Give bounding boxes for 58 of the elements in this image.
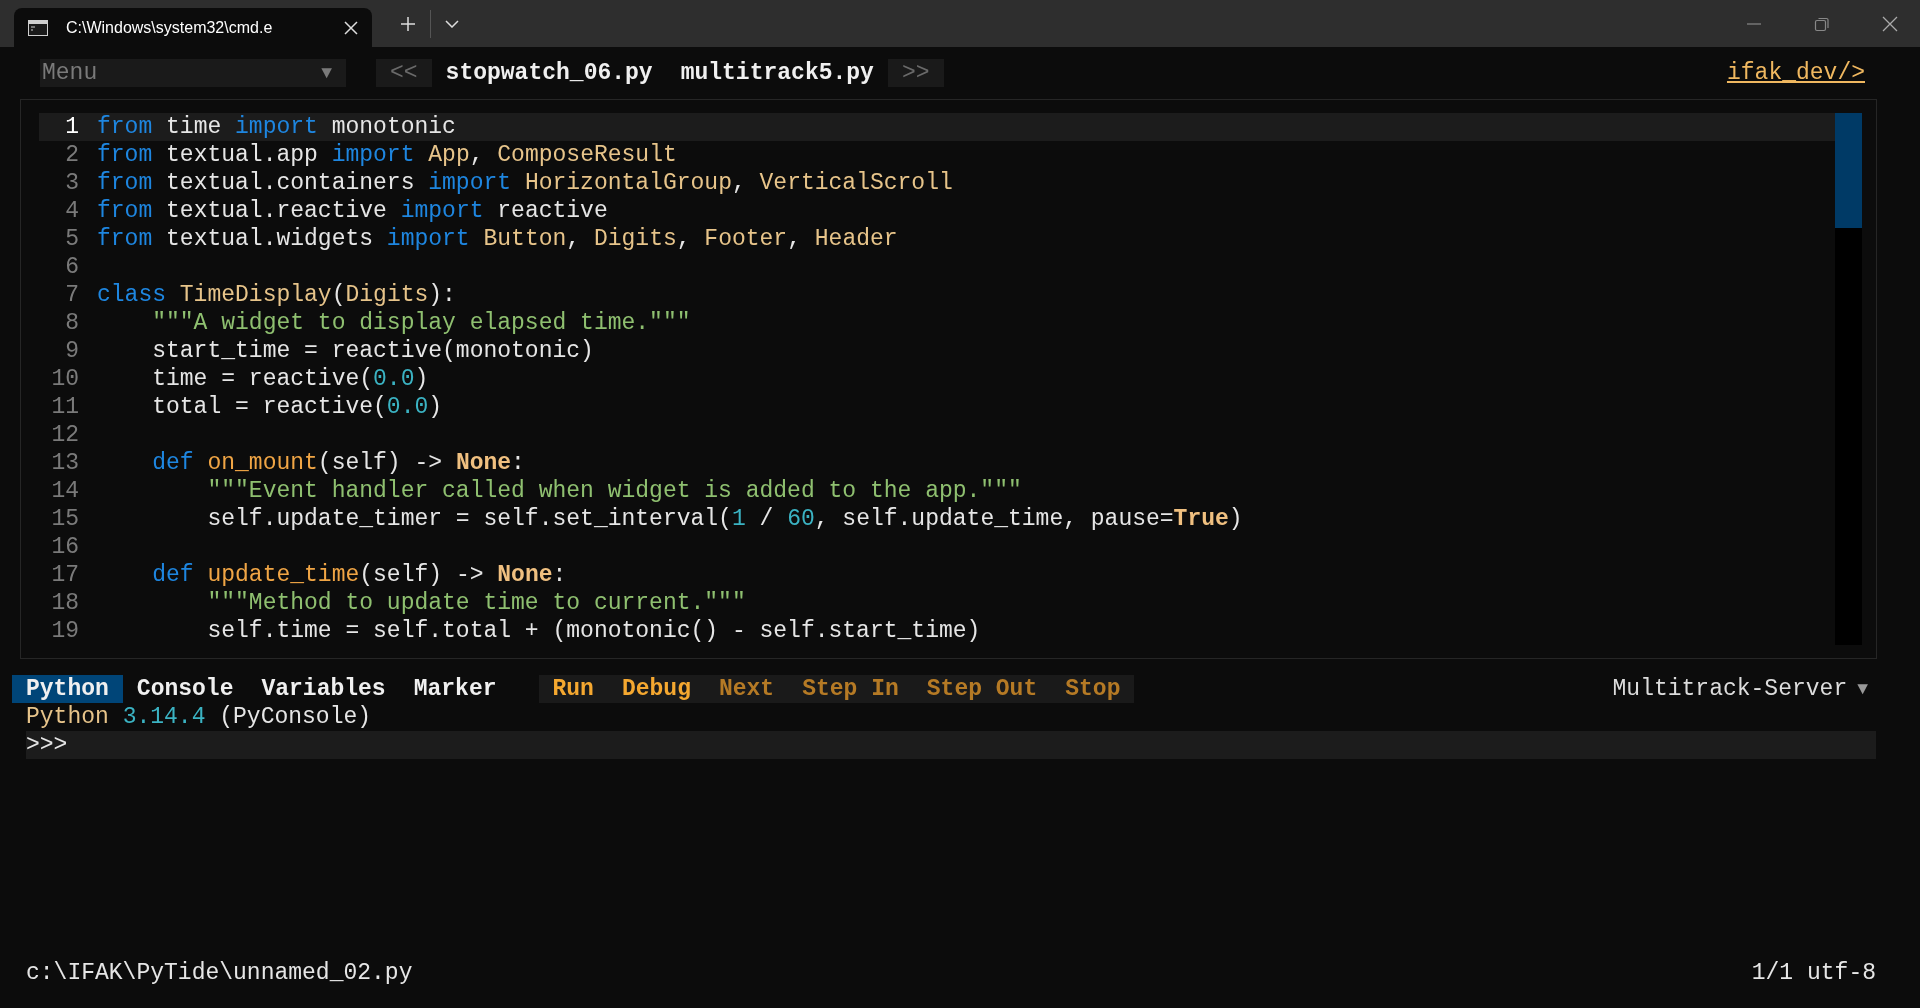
line-number: 2 [64, 142, 79, 168]
line-number: 10 [50, 366, 79, 392]
console-output: Python 3.14.4 (PyConsole) [26, 703, 373, 731]
line-number: 16 [50, 534, 79, 560]
header-link[interactable]: ifak_dev/> [1726, 60, 1865, 86]
line-number: 18 [50, 590, 79, 616]
code-line: start_time = reactive(monotonic) [151, 338, 594, 364]
line-number: 3 [64, 170, 79, 196]
menu-dropdown[interactable]: Menu ▼ [40, 59, 346, 87]
file-path: c:\IFAK\PyTide\unnamed_02.py [26, 960, 413, 986]
code-editor[interactable] [20, 99, 1877, 659]
line-number: 7 [64, 282, 79, 308]
cursor-encoding: 1/1 utf-8 [1751, 960, 1876, 986]
code-line: """Method to update time to current.""" [206, 590, 746, 616]
code-line: self.update_timer = self.set_interval(1 / 60, self.update_time, pause=True) [206, 506, 1243, 532]
server-dropdown[interactable]: Multitrack-Server ▼ [1612, 676, 1876, 702]
line-number: 9 [64, 338, 79, 364]
code-line: from textual.widgets import Button, Digits, Footer, Header [97, 226, 898, 252]
close-icon[interactable] [1882, 15, 1898, 32]
line-number: 1 [64, 114, 79, 140]
line-number: 15 [50, 506, 79, 532]
code-line: from textual.containers import HorizontalGroup, VerticalScroll [97, 170, 953, 196]
code-line: from textual.reactive import reactive [97, 198, 608, 224]
panel-tab[interactable]: Python [12, 675, 123, 703]
line-number: 17 [50, 562, 79, 588]
dropdown-icon[interactable] [445, 19, 459, 28]
code-line: total = reactive(0.0) [151, 394, 443, 420]
debug-action-button[interactable]: Debug [607, 675, 705, 703]
scrollbar-thumb[interactable] [1835, 113, 1862, 228]
line-number: 12 [50, 422, 79, 448]
new-tab-icon[interactable] [400, 15, 416, 32]
line-number: 19 [50, 618, 79, 644]
code-line: """Event handler called when widget is added to the app.""" [206, 478, 1022, 504]
file-tab[interactable]: stopwatch_06.py [431, 59, 667, 87]
line-number: 14 [50, 478, 79, 504]
code-line: self.time = self.total + (monotonic() - self.start_time) [206, 618, 981, 644]
code-line: """A widget to display elapsed time.""" [151, 310, 691, 336]
close-tab-icon[interactable] [344, 20, 358, 35]
code-line: def update_time(self) -> None: [151, 562, 567, 588]
line-number: 6 [64, 254, 79, 280]
terminal-tab[interactable]: C:\Windows\system32\cmd.e [14, 8, 372, 47]
tab-title: C:\Windows\system32\cmd.e [66, 18, 274, 37]
console-input[interactable]: >>> [26, 731, 1876, 759]
line-number: 11 [50, 394, 79, 420]
code-line: from time import monotonic [97, 114, 456, 140]
file-tab[interactable]: multitrack5.py [666, 59, 888, 87]
scrollbar-track[interactable] [1835, 113, 1862, 645]
line-number: 4 [64, 198, 79, 224]
debug-action-button[interactable]: Run [538, 675, 608, 703]
code-line: from textual.app import App, ComposeResult [97, 142, 677, 168]
code-line: def on_mount(self) -> None: [151, 450, 525, 476]
line-number: 8 [64, 310, 79, 336]
code-line: time = reactive(0.0) [151, 366, 429, 392]
restore-icon[interactable] [1814, 15, 1830, 32]
code-line: class TimeDisplay(Digits): [97, 282, 456, 308]
line-number: 5 [64, 226, 79, 252]
line-number: 13 [50, 450, 79, 476]
terminal-icon [28, 19, 48, 36]
